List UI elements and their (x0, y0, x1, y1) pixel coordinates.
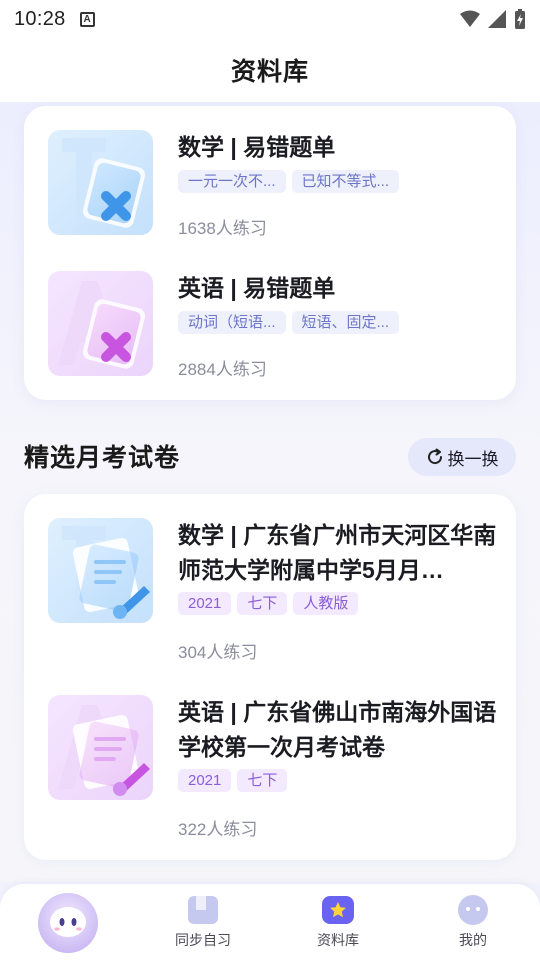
tag: 七下 (237, 592, 288, 615)
status-indicators (460, 9, 526, 29)
wifi-icon (460, 10, 480, 27)
tag: 2021 (178, 592, 232, 615)
english-exam-icon (48, 695, 153, 800)
tab-label: 资料库 (317, 932, 359, 948)
tab-study[interactable]: 同步自习 (153, 894, 253, 950)
tab-library[interactable]: 资料库 (288, 894, 388, 950)
item-title: 数学 | 易错题单 (178, 134, 336, 160)
math-exam-icon (48, 518, 153, 623)
practice-count: 1638人练习 (178, 219, 267, 238)
tab-label: 我的 (459, 932, 487, 948)
tag: 动词（短语... (178, 311, 286, 334)
item-title: 数学 | 广东省广州市天河区华南师范大学附属中学5月月… (178, 522, 497, 583)
profile-face-icon (458, 895, 488, 925)
exams-card: 数学 | 广东省广州市天河区华南师范大学附属中学5月月… 2021 七下 人教版… (24, 494, 516, 860)
status-time: 10:28 (14, 7, 66, 30)
status-bar: 10:28 A (0, 0, 540, 38)
practice-count: 304人练习 (178, 643, 258, 662)
bottom-tab-bar: 同步自习 资料库 我的 (0, 884, 540, 960)
tag: 七下 (237, 769, 288, 792)
tag: 2021 (178, 769, 232, 792)
tag-list: 2021 七下 人教版 (178, 592, 359, 615)
book-icon (188, 896, 218, 924)
list-item-math-exam[interactable]: 数学 | 广东省广州市天河区华南师范大学附属中学5月月… 2021 七下 人教版… (48, 518, 498, 662)
list-item-math-mistakes[interactable]: 数学 | 易错题单 一元一次不... 已知不等式... 1638人练习 (48, 130, 498, 240)
assistant-avatar-icon (38, 893, 98, 953)
refresh-icon (427, 448, 442, 465)
nav-bar: 资料库 (0, 38, 540, 102)
practice-count: 322人练习 (178, 820, 258, 839)
notification-icon: A (79, 11, 95, 27)
page-title: 资料库 (230, 58, 309, 86)
mistakes-card: 数学 | 易错题单 一元一次不... 已知不等式... 1638人练习 英语 |… (24, 106, 516, 400)
tag-list: 动词（短语... 短语、固定... (178, 311, 400, 334)
cell-signal-icon (488, 10, 506, 28)
refresh-label: 换一换 (447, 449, 499, 469)
section-title: 精选月考试卷 (24, 444, 181, 472)
list-item-english-exam[interactable]: 英语 | 广东省佛山市南海外国语学校第一次月考试卷 2021 七下 322人练习 (48, 695, 498, 839)
tag-list: 一元一次不... 已知不等式... (178, 170, 400, 193)
tag: 一元一次不... (178, 170, 286, 193)
english-mistakes-icon (48, 271, 153, 376)
tab-label: 同步自习 (175, 932, 231, 948)
tag: 人教版 (293, 592, 359, 615)
item-title: 英语 | 易错题单 (178, 275, 336, 301)
tag: 已知不等式... (291, 170, 400, 193)
tag: 短语、固定... (291, 311, 400, 334)
list-item-english-mistakes[interactable]: 英语 | 易错题单 动词（短语... 短语、固定... 2884人练习 (48, 271, 498, 381)
library-star-icon (322, 896, 354, 924)
tag-list: 2021 七下 (178, 769, 288, 792)
tab-assistant[interactable] (18, 892, 118, 954)
battery-charging-icon (515, 9, 525, 29)
math-mistakes-icon (48, 130, 153, 235)
item-title: 英语 | 广东省佛山市南海外国语学校第一次月考试卷 (178, 699, 497, 760)
tab-profile[interactable]: 我的 (423, 894, 523, 950)
refresh-button[interactable]: 换一换 (408, 438, 516, 476)
practice-count: 2884人练习 (178, 360, 267, 379)
